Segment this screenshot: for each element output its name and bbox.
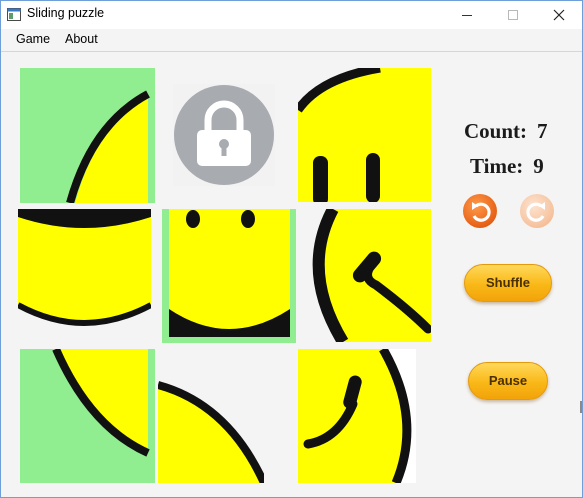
- elapsed-time: Time: 9: [470, 154, 544, 179]
- window-resize-edge[interactable]: [580, 401, 582, 413]
- maximize-button[interactable]: [490, 1, 536, 29]
- puzzle-tile[interactable]: [18, 209, 151, 330]
- move-count: Count: 7: [464, 119, 548, 144]
- puzzle-tile[interactable]: [298, 209, 431, 342]
- undo-button[interactable]: [463, 194, 497, 228]
- minimize-icon: [462, 15, 472, 16]
- puzzle-tile[interactable]: [158, 349, 264, 483]
- app-window: Sliding puzzle Game About Count: 7 Time:…: [0, 0, 583, 498]
- menu-about[interactable]: About: [65, 32, 98, 46]
- redo-button[interactable]: [520, 194, 554, 228]
- pause-button[interactable]: Pause: [468, 362, 548, 400]
- menu-bar: Game About: [1, 29, 582, 52]
- menu-game[interactable]: Game: [16, 32, 50, 46]
- shuffle-button[interactable]: Shuffle: [464, 264, 552, 302]
- maximize-icon: [508, 10, 518, 20]
- title-bar[interactable]: Sliding puzzle: [1, 1, 582, 29]
- app-icon: [7, 8, 21, 21]
- count-value: 7: [537, 119, 548, 143]
- close-button[interactable]: [536, 1, 582, 29]
- time-value: 9: [533, 154, 544, 178]
- locked-empty-tile: [173, 84, 275, 186]
- undo-icon: [472, 202, 491, 222]
- window-title: Sliding puzzle: [27, 6, 105, 20]
- redo-icon: [526, 202, 545, 222]
- puzzle-tile[interactable]: [20, 349, 155, 483]
- puzzle-tile[interactable]: [162, 209, 296, 343]
- puzzle-tile[interactable]: [20, 68, 155, 203]
- minimize-button[interactable]: [444, 1, 490, 29]
- time-label: Time:: [470, 154, 524, 178]
- lock-icon: [174, 85, 274, 185]
- puzzle-tile[interactable]: [298, 349, 416, 483]
- count-label: Count:: [464, 119, 528, 143]
- close-icon: [553, 9, 565, 21]
- puzzle-tile[interactable]: [298, 68, 431, 202]
